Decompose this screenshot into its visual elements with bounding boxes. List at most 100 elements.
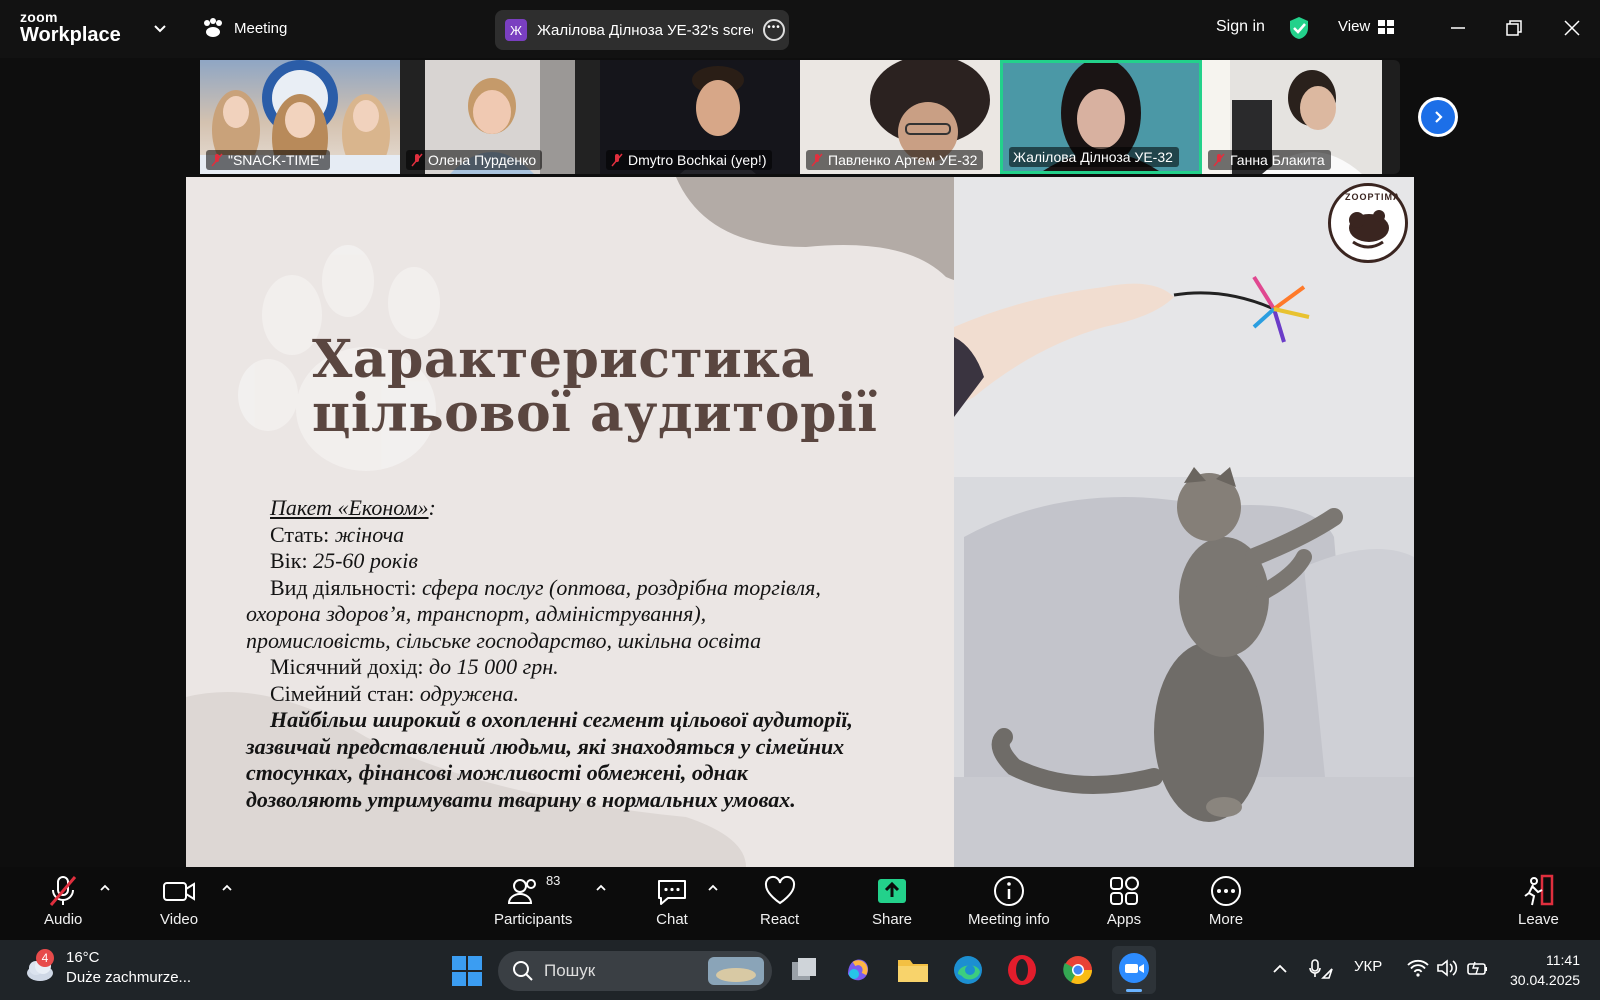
chrome-browser-icon[interactable]	[1062, 954, 1094, 986]
wifi-icon[interactable]	[1406, 958, 1430, 978]
age-value: 25-60 років	[313, 548, 418, 573]
chevron-down-icon[interactable]	[150, 18, 170, 38]
participant-name-tag: Жалілова Ділноза УЕ-32	[1009, 147, 1179, 167]
cloud-icon: 4	[22, 949, 56, 985]
slide-title-line-1: Характеристика	[312, 329, 815, 390]
video-options-caret-icon[interactable]	[220, 881, 234, 895]
family-label: Сімейний стан:	[270, 680, 420, 706]
meeting-info-button[interactable]: Meeting info	[968, 873, 1050, 928]
edge-browser-icon[interactable]	[952, 954, 984, 986]
apps-button[interactable]: Apps	[1106, 873, 1142, 928]
temperature: 16°C	[66, 949, 100, 966]
info-icon	[993, 876, 1024, 906]
meeting-menu[interactable]: Meeting	[202, 18, 287, 38]
weather-widget[interactable]: 4 16°C Duże zachmurze...	[22, 948, 191, 988]
gender-label: Стать:	[270, 521, 335, 547]
show-hidden-icons-caret-icon[interactable]	[1272, 962, 1288, 976]
weather-description: Duże zachmurze...	[66, 969, 192, 986]
screen-share-indicator[interactable]: Ж Жалілова Ділноза УЕ-32's screen •••	[495, 10, 789, 50]
slide-body: Пакет «Економ»: Стать: жіноча Вік: 25-60…	[246, 495, 916, 813]
restore-icon[interactable]	[1502, 16, 1526, 40]
search-icon	[513, 961, 533, 981]
file-explorer-icon[interactable]	[896, 954, 930, 986]
cat-playing-image	[954, 177, 1414, 867]
activity-value: сфера послуг (оптова, роздрібна торгівля…	[422, 574, 821, 600]
encryption-shield-icon[interactable]	[1288, 16, 1310, 40]
windows-start-icon[interactable]	[452, 956, 482, 986]
more-options-icon[interactable]: •••	[763, 19, 785, 41]
apps-icon	[1110, 876, 1139, 905]
view-button[interactable]: View	[1338, 18, 1395, 35]
income-value: до 15 000 грн.	[429, 654, 559, 679]
participant-name-tag: Dmytro Bochkai (yep!)	[606, 150, 773, 170]
age-label: Вік:	[270, 548, 314, 573]
share-screen-icon	[878, 879, 907, 903]
gender-value: жіноча	[334, 521, 405, 547]
opera-browser-icon[interactable]	[1006, 954, 1038, 986]
participant-name-tag: Ганна Блакита	[1208, 150, 1331, 170]
chat-label: Chat	[656, 911, 688, 928]
leave-button[interactable]: Leave	[1518, 873, 1559, 928]
view-label: View	[1338, 18, 1371, 35]
more-label: More	[1208, 911, 1244, 928]
input-language[interactable]: УКР	[1354, 958, 1382, 975]
paw-icon	[204, 18, 222, 37]
zoom-app-icon	[1119, 953, 1149, 983]
zoom-logo: zoom Workplace	[20, 10, 121, 45]
close-icon[interactable]	[1560, 16, 1584, 40]
next-page-button[interactable]	[1418, 97, 1458, 137]
participant-tile[interactable]: Ганна Блакита	[1202, 60, 1382, 174]
package-label: Пакет «Економ»	[270, 495, 429, 520]
activity-label: Вид діяльності:	[270, 574, 423, 600]
more-dots-icon	[1211, 876, 1241, 906]
clock[interactable]: 11:41 30.04.2025	[1510, 950, 1580, 990]
cat-photo	[954, 177, 1414, 867]
volume-icon[interactable]	[1436, 958, 1458, 978]
task-view-icon[interactable]	[788, 954, 820, 986]
battery-icon[interactable]	[1466, 958, 1490, 978]
more-button[interactable]: More	[1208, 873, 1244, 928]
participant-name: Dmytro Bochkai (yep!)	[628, 152, 767, 168]
active-app-indicator	[1126, 989, 1142, 992]
chat-bubble-icon	[658, 880, 686, 905]
participants-button[interactable]: 83 Participants	[494, 873, 572, 928]
grid-view-icon	[1378, 19, 1395, 34]
mic-muted-icon	[50, 876, 77, 906]
participants-options-caret-icon[interactable]	[594, 881, 608, 895]
clock-date: 30.04.2025	[1510, 972, 1581, 988]
microphone-location-icon[interactable]	[1308, 958, 1334, 980]
chat-button[interactable]: Chat	[654, 873, 690, 928]
meeting-label: Meeting	[234, 19, 288, 37]
audio-button[interactable]: Audio	[44, 873, 82, 928]
react-button[interactable]: React	[760, 873, 799, 928]
zoom-taskbar-item[interactable]	[1112, 946, 1156, 994]
copilot-icon[interactable]	[842, 954, 874, 986]
participant-tile[interactable]: "SNACK-TIME"	[200, 60, 400, 174]
audio-options-caret-icon[interactable]	[98, 881, 112, 895]
participant-tile[interactable]: Олена Пурденко	[400, 60, 600, 174]
sharer-avatar: Ж	[505, 19, 527, 41]
participant-name: Жалілова Ділноза УЕ-32	[1013, 149, 1173, 165]
participant-name-tag: Олена Пурденко	[406, 150, 543, 170]
participant-tile[interactable]: Павленко Артем УЕ-32	[800, 60, 1000, 174]
participant-name-tag: "SNACK-TIME"	[206, 150, 331, 170]
zooptima-logo: ZOOPTIMA	[1328, 183, 1408, 263]
participant-tile-active[interactable]: Жалілова Ділноза УЕ-32	[1000, 60, 1202, 174]
summary-text: дозволяють утримувати тварину в нормальн…	[246, 786, 796, 812]
video-button[interactable]: Video	[160, 873, 198, 928]
audio-label: Audio	[44, 911, 83, 928]
logo-zoom: zoom	[20, 9, 58, 25]
meeting-toolbar: Audio Video 83 Participants Chat React S…	[0, 867, 1600, 940]
chat-options-caret-icon[interactable]	[706, 881, 720, 895]
leave-door-icon	[1524, 874, 1554, 906]
summary-text: зазвичай представлений людьми, які знахо…	[246, 733, 845, 759]
taskbar-search[interactable]: Пошук	[498, 951, 772, 991]
share-button[interactable]: Share	[872, 873, 912, 928]
logo-workplace: Workplace	[20, 24, 121, 46]
minimize-icon[interactable]	[1446, 16, 1470, 40]
video-label: Video	[160, 911, 199, 928]
participant-name: Ганна Блакита	[1230, 152, 1325, 168]
sign-in-link[interactable]: Sign in	[1216, 18, 1265, 36]
participant-tile[interactable]: Dmytro Bochkai (yep!)	[600, 60, 800, 174]
chevron-right-icon	[1421, 100, 1455, 134]
